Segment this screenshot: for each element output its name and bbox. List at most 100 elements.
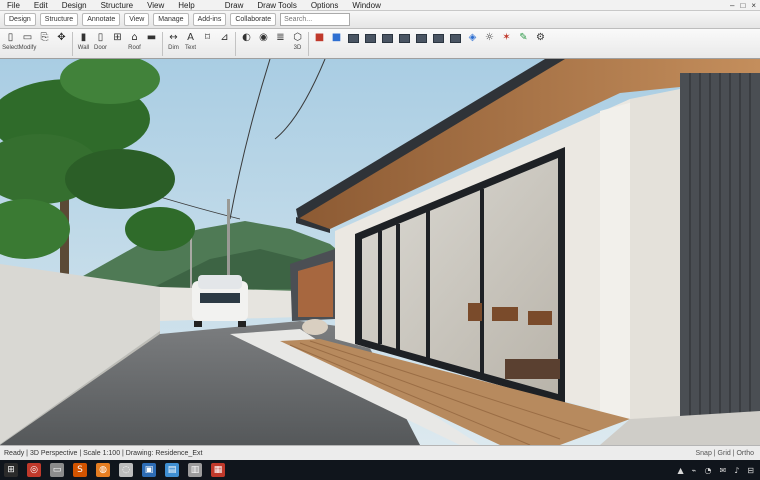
tray-icon[interactable]: ⊟ [747,466,754,475]
tool-label: Text [184,45,196,51]
tray-icon[interactable]: ⌁ [692,466,697,475]
light-button[interactable]: ☼ [481,29,498,57]
text-tool-button[interactable]: A Text [182,29,199,57]
tab-view[interactable]: View [124,13,150,26]
wall-tool-button[interactable]: ▮ Wall [75,29,92,57]
select-icon: ▯ [7,32,14,43]
column-side [630,89,680,419]
menu-view[interactable]: View [140,0,171,11]
tag-icon: ⌑ [204,32,211,43]
dimension-tool-button[interactable]: ↔ Dim [165,29,182,57]
chrome-icon[interactable]: ◌ [119,463,133,477]
3d-viewport[interactable] [0,59,760,445]
grid-a-icon [348,34,359,43]
tool-label: 3D [293,45,302,51]
maximize-icon[interactable]: □ [740,1,745,10]
pdf-icon[interactable]: ▦ [211,463,225,477]
wall-icon: ▮ [80,32,87,43]
grid-a-button[interactable] [345,29,362,57]
status-text: Ready | 3D Perspective | Scale 1:100 | D… [4,449,203,457]
grid-g-button[interactable] [447,29,464,57]
settings-icon: ⚙ [536,32,545,43]
paint-button[interactable]: ✎ [515,29,532,57]
close-icon[interactable]: × [751,1,756,10]
boulder [302,319,328,335]
doc-icon[interactable]: ▥ [188,463,202,477]
view-3d-tool-button[interactable]: ⬡ 3D [289,29,306,57]
grid-c-icon [382,34,393,43]
camera-tool-button[interactable]: ◉ [255,29,272,57]
tool-label: Wall [77,45,90,51]
ribbon-tabs: Design Structure Annotate View Manage Ad… [0,11,760,29]
menu-window[interactable]: Window [345,0,387,11]
window-controls: – □ × [730,0,756,11]
tab-design[interactable]: Design [4,13,36,26]
tab-annotate[interactable]: Annotate [82,13,121,26]
menu-structure[interactable]: Structure [94,0,140,11]
cad-icon[interactable]: ▣ [142,463,156,477]
tab-add-ins[interactable]: Add-ins [192,13,227,26]
move-icon: ✥ [57,32,66,43]
grid-e-button[interactable] [413,29,430,57]
tab-manage[interactable]: Manage [153,13,189,26]
settings-button[interactable]: ⚙ [532,29,549,57]
app-window: File Edit Design Structure View Help Dra… [0,0,760,480]
modify-icon: ▭ [22,32,33,43]
tab-collaborate[interactable]: Collaborate [230,13,277,26]
select-tool-button[interactable]: ▯ Select [2,29,19,57]
menu-draw-tools[interactable]: Draw Tools [250,0,303,11]
start-icon[interactable]: ⊞ [4,463,18,477]
floor-tool-button[interactable]: ▬ [143,29,160,57]
grid-d-button[interactable] [396,29,413,57]
menu-options[interactable]: Options [304,0,346,11]
photo-icon[interactable]: ▤ [165,463,179,477]
material-icon: ◈ [468,32,477,43]
grid-b-button[interactable] [362,29,379,57]
grid-f-button[interactable] [430,29,447,57]
os-taskbar: ⊞ ◎ ▭ S ◍ ◌ ▣ ▤ ▥ ▦ ▲ ⌁ ◔ ✉ ♪ ⊟ [0,460,760,480]
window-tool-button[interactable]: ⊞ [109,29,126,57]
sun-icon: ✶ [502,32,511,43]
toolbar-separator [235,32,236,56]
status-toggles[interactable]: Snap | Grid | Ortho [696,450,760,457]
material-button[interactable]: ◈ [464,29,481,57]
copy-tool-button[interactable]: ⎘ [36,29,53,57]
color-red-icon: ■ [314,32,325,43]
grid-c-button[interactable] [379,29,396,57]
camera-icon: ◉ [259,32,268,43]
copy-icon: ⎘ [40,32,49,43]
paint-icon: ✎ [519,32,528,43]
folder-icon[interactable]: ▭ [50,463,64,477]
section-icon: ⊿ [220,32,229,43]
color-red-button[interactable]: ■ [311,29,328,57]
menu-design[interactable]: Design [55,0,94,11]
layer-tool-button[interactable]: ≣ [272,29,289,57]
modify-tool-button[interactable]: ▭ Modify [19,29,37,57]
tag-tool-button[interactable]: ⌑ [199,29,216,57]
viewport-render [0,59,760,445]
tray-icon[interactable]: ▲ [678,466,684,475]
firefox-icon[interactable]: ◍ [96,463,110,477]
section-tool-button[interactable]: ⊿ [216,29,233,57]
minimize-icon[interactable]: – [730,1,734,10]
text-icon: A [187,32,194,43]
tray-icon[interactable]: ♪ [734,466,739,475]
move-tool-button[interactable]: ✥ [53,29,70,57]
app-s-icon[interactable]: S [73,463,87,477]
menu-file[interactable]: File [0,0,27,11]
menu-edit[interactable]: Edit [27,0,55,11]
roof-tool-button[interactable]: ⌂ Roof [126,29,143,57]
door-tool-button[interactable]: ▯ Door [92,29,109,57]
menu-draw[interactable]: Draw [218,0,251,11]
browser-icon[interactable]: ◎ [27,463,41,477]
tray-icon[interactable]: ◔ [705,466,712,475]
color-blue-button[interactable]: ■ [328,29,345,57]
tool-label: Dim [168,45,179,51]
render-tool-button[interactable]: ◐ [238,29,255,57]
menu-help[interactable]: Help [171,0,201,11]
tool-label: Select [2,45,19,51]
tab-structure[interactable]: Structure [39,13,79,26]
tray-icon[interactable]: ✉ [719,466,726,475]
search-input[interactable]: Search... [280,13,351,26]
sun-button[interactable]: ✶ [498,29,515,57]
